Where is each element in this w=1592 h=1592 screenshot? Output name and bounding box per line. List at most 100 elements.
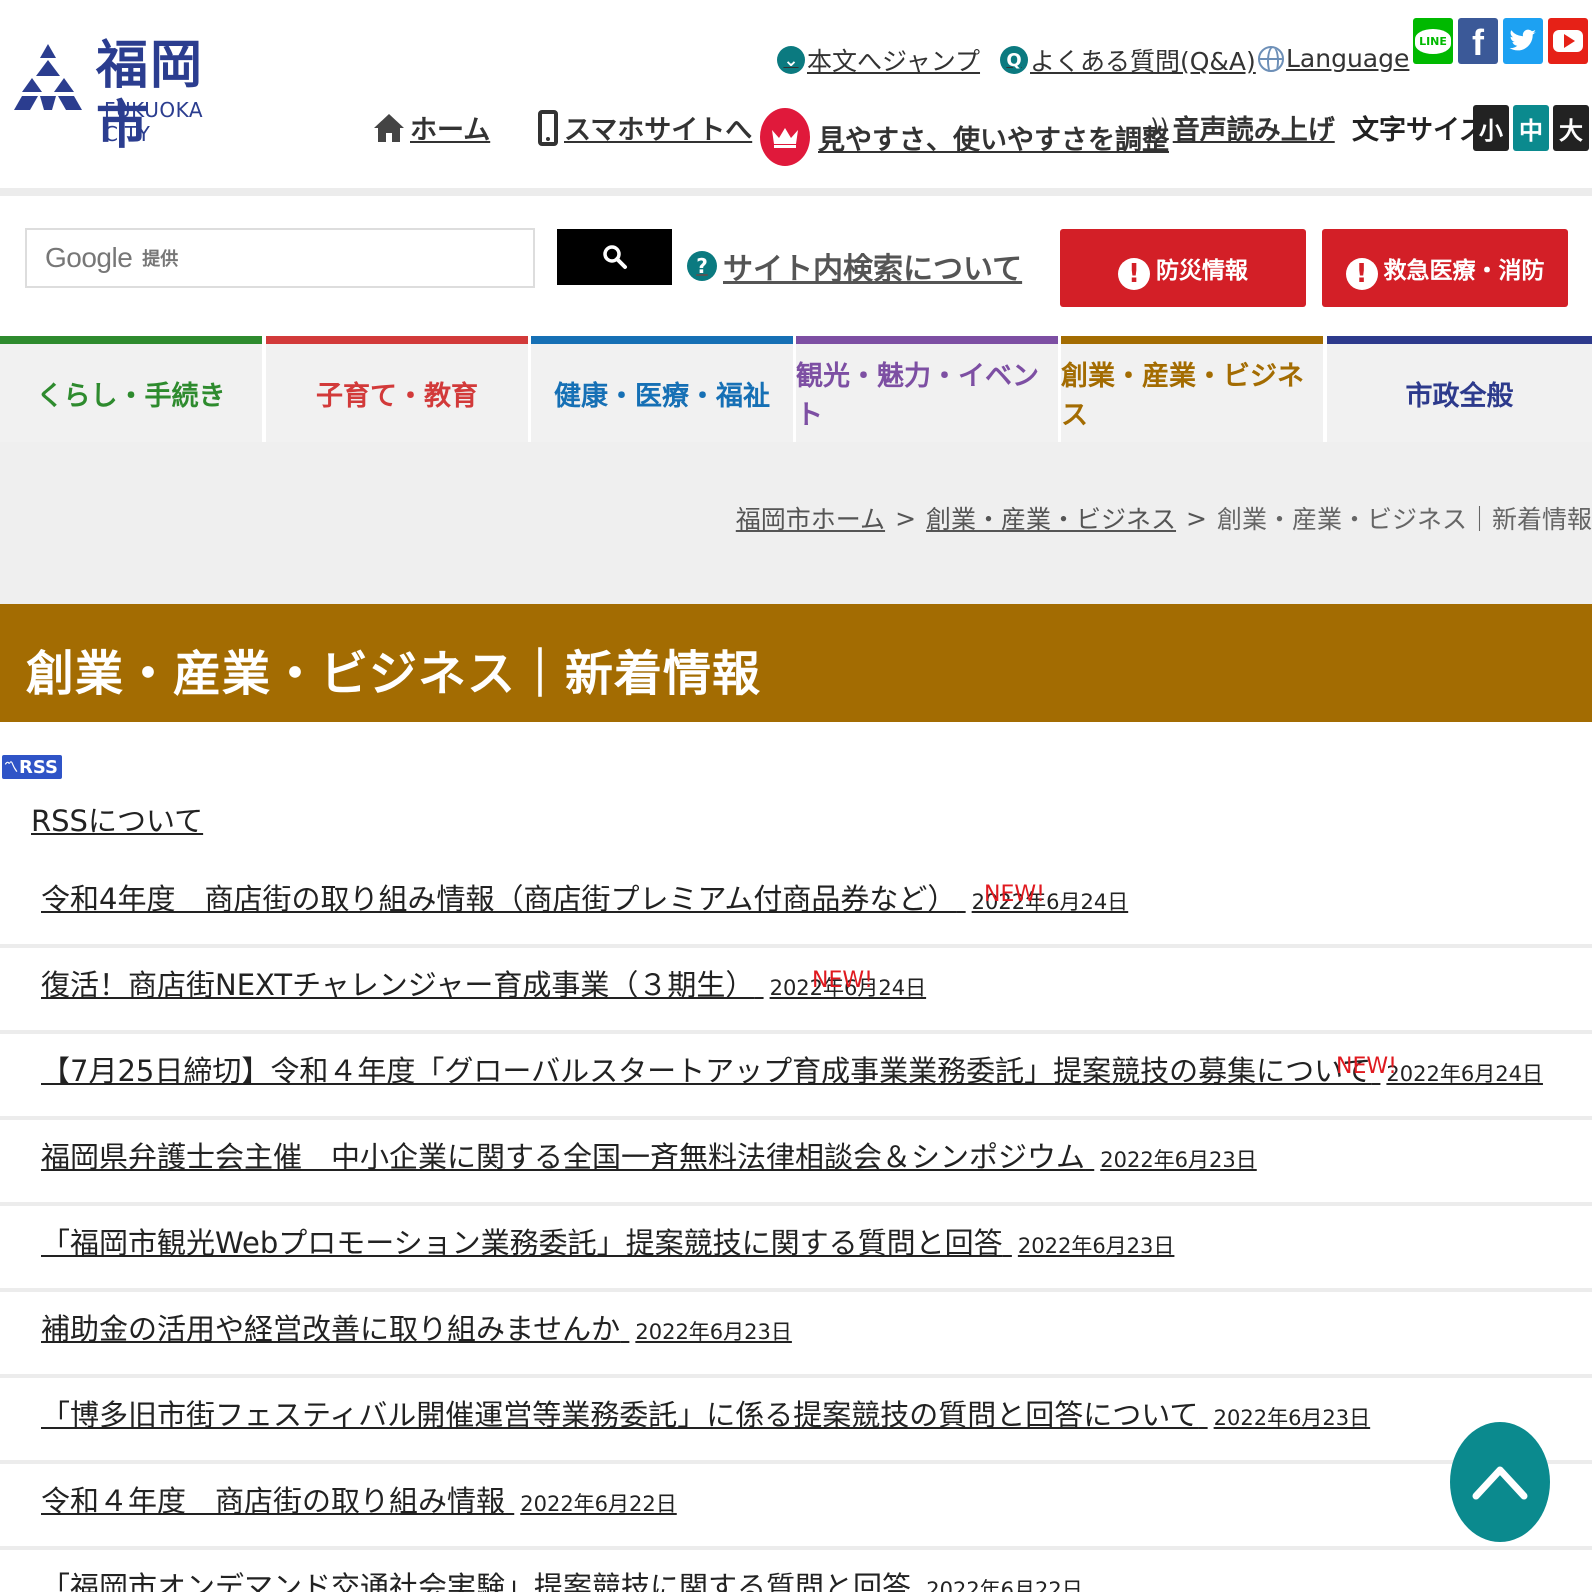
- news-list-item: 「博多旧市街フェスティバル開催運営等業務委託」に係る提案競技の質問と回答について…: [0, 1378, 1592, 1464]
- news-title: 【7月25日締切】令和４年度「グローバルスタートアップ育成事業業務委託」提案競技…: [41, 1054, 1372, 1088]
- sound-wave-icon: )): [1150, 113, 1169, 142]
- news-title: 復活！商店街NEXTチャレンジャー育成事業（３期生）: [41, 968, 755, 1002]
- news-list-item: 復活！商店街NEXTチャレンジャー育成事業（３期生） 2022年6月24日 NE…: [0, 948, 1592, 1034]
- news-title: 令和４年度 商店街の取り組み情報: [41, 1484, 506, 1518]
- news-date: 2022年6月23日: [1017, 1234, 1175, 1258]
- category-tab-living[interactable]: くらし・手続き: [0, 336, 262, 442]
- twitter-button[interactable]: [1503, 18, 1543, 64]
- news-link[interactable]: 「福岡市オンデマンド交通社会実験」提案競技に関する質問と回答 2022年6月22…: [41, 1564, 1083, 1592]
- category-tab-city-government[interactable]: 市政全般: [1327, 336, 1592, 442]
- rss-about-link[interactable]: RSSについて: [31, 798, 203, 840]
- google-logo: Google: [45, 242, 133, 273]
- news-title: 「福岡市オンデマンド交通社会実験」提案競技に関する質問と回答: [41, 1570, 912, 1592]
- breadcrumb-home-link[interactable]: 福岡市ホーム: [736, 500, 885, 536]
- fukuoka-emblem-icon: [14, 44, 82, 110]
- news-date: 2022年6月23日: [635, 1320, 792, 1344]
- globe-icon: [1258, 45, 1284, 72]
- youtube-button[interactable]: [1548, 18, 1588, 64]
- category-tab-health[interactable]: 健康・医療・福祉: [531, 336, 793, 442]
- alert-icon: !: [1345, 258, 1378, 290]
- rss-feed-button[interactable]: 〽 RSS: [2, 755, 62, 779]
- news-link[interactable]: 補助金の活用や経営改善に取り組みませんか 2022年6月23日: [41, 1306, 792, 1348]
- search-help-label: サイト内検索について: [723, 252, 1023, 287]
- news-link[interactable]: 「福岡市観光Webプロモーション業務委託」提案競技に関する質問と回答 2022年…: [41, 1220, 1174, 1262]
- news-list-item: 福岡県弁護士会主催 中小企業に関する全国一斉無料法律相談会＆シンポジウム 202…: [0, 1120, 1592, 1206]
- faq-label: よくある質問(Q&A): [1030, 47, 1256, 76]
- news-list-item: 【7月25日締切】令和４年度「グローバルスタートアップ育成事業業務委託」提案競技…: [0, 1034, 1592, 1120]
- news-title: 「博多旧市街フェスティバル開催運営等業務委託」に係る提案競技の質問と回答について: [41, 1398, 1199, 1432]
- emergency-medical-button[interactable]: ! 救急医療・消防: [1322, 229, 1568, 307]
- font-size-small-button[interactable]: 小: [1473, 105, 1509, 151]
- page-title: 創業・産業・ビジネス｜新着情報: [26, 646, 762, 702]
- home-label: ホーム: [410, 115, 491, 146]
- accessibility-label: 見やすさ、使いやすさを調整: [818, 124, 1169, 156]
- rss-badge-label: RSS: [19, 756, 58, 778]
- new-badge: NEW!: [812, 968, 873, 993]
- news-list-item: 「福岡市オンデマンド交通社会実験」提案競技に関する質問と回答 2022年6月22…: [0, 1550, 1592, 1592]
- language-link[interactable]: Language: [1258, 44, 1409, 73]
- news-link[interactable]: 令和4年度 商店街の取り組み情報（商店街プレミアム付商品券など） 2022年6月…: [41, 876, 1128, 918]
- home-link[interactable]: ホーム: [372, 108, 490, 147]
- breadcrumb-current: 創業・産業・ビジネス｜新着情報: [1216, 505, 1592, 534]
- site-logo[interactable]: 福岡市 FUKUOKA CITY: [12, 36, 252, 156]
- chevron-down-icon: ⌄: [777, 46, 805, 74]
- disaster-info-label: 防災情報: [1156, 258, 1248, 284]
- google-provided-label: 提供: [142, 249, 179, 270]
- header-divider: [0, 188, 1592, 196]
- facebook-button[interactable]: f: [1458, 18, 1498, 64]
- alert-icon: !: [1118, 258, 1150, 290]
- search-help-link[interactable]: ? サイト内検索について: [687, 244, 1022, 288]
- new-badge: NEW!: [984, 882, 1045, 907]
- line-icon: LINE: [1415, 28, 1451, 54]
- smartphone-icon: [538, 109, 558, 146]
- category-nav: くらし・手続き 子育て・教育 健康・医療・福祉 観光・魅力・イベント 創業・産業…: [0, 336, 1592, 442]
- search-icon: [602, 245, 627, 269]
- breadcrumb-area: 福岡市ホーム > 創業・産業・ビジネス > 創業・産業・ビジネス｜新着情報: [0, 442, 1592, 604]
- faq-link[interactable]: Q よくある質問(Q&A): [1000, 42, 1256, 78]
- news-title: 「福岡市観光Webプロモーション業務委託」提案競技に関する質問と回答: [41, 1226, 1003, 1260]
- category-tab-childcare[interactable]: 子育て・教育: [266, 336, 528, 442]
- skip-to-content-link[interactable]: ⌄ 本文へジャンプ: [777, 42, 980, 78]
- category-tab-tourism[interactable]: 観光・魅力・イベント: [796, 336, 1058, 442]
- news-link[interactable]: 令和４年度 商店街の取り組み情報 2022年6月22日: [41, 1478, 677, 1520]
- news-date: 2022年6月22日: [520, 1492, 677, 1516]
- breadcrumb: 福岡市ホーム > 創業・産業・ビジネス > 創業・産業・ビジネス｜新着情報: [736, 500, 1592, 536]
- font-size-large-button[interactable]: 大: [1553, 105, 1589, 151]
- disaster-info-button[interactable]: ! 防災情報: [1060, 229, 1306, 307]
- accessibility-crown-icon: [760, 108, 810, 166]
- smartphone-site-link[interactable]: スマホサイトへ: [538, 108, 752, 147]
- breadcrumb-category-link[interactable]: 創業・産業・ビジネス: [926, 500, 1176, 536]
- site-search-input[interactable]: Google 提供: [25, 228, 535, 288]
- accessibility-settings-link[interactable]: 見やすさ、使いやすさを調整: [760, 108, 1169, 166]
- news-link[interactable]: 福岡県弁護士会主催 中小企業に関する全国一斉無料法律相談会＆シンポジウム 202…: [41, 1134, 1257, 1176]
- news-link[interactable]: 「博多旧市街フェスティバル開催運営等業務委託」に係る提案競技の質問と回答について…: [41, 1392, 1370, 1434]
- news-link[interactable]: 復活！商店街NEXTチャレンジャー育成事業（３期生） 2022年6月24日: [41, 962, 926, 1004]
- category-tab-business[interactable]: 創業・産業・ビジネス: [1061, 336, 1323, 442]
- language-label: Language: [1286, 44, 1410, 73]
- back-to-top-button[interactable]: [1450, 1422, 1550, 1542]
- speech-reader-link[interactable]: )) 音声読み上げ: [1150, 108, 1335, 147]
- logo-subtitle: FUKUOKA CITY: [104, 98, 204, 146]
- page-title-band: 創業・産業・ビジネス｜新着情報: [0, 604, 1592, 722]
- breadcrumb-separator: >: [895, 503, 917, 533]
- speech-reader-label: 音声読み上げ: [1172, 115, 1335, 146]
- rss-icon: 〽: [4, 760, 18, 776]
- font-size-medium-button[interactable]: 中: [1513, 105, 1549, 151]
- line-share-button[interactable]: LINE: [1413, 18, 1453, 64]
- question-q-icon: Q: [1000, 46, 1028, 74]
- new-badge: NEW!: [1336, 1054, 1397, 1079]
- chevron-up-icon: [1472, 1466, 1528, 1500]
- breadcrumb-separator: >: [1186, 503, 1207, 533]
- news-title: 令和4年度 商店街の取り組み情報（商店街プレミアム付商品券など）: [41, 882, 957, 916]
- news-link[interactable]: 【7月25日締切】令和４年度「グローバルスタートアップ育成事業業務委託」提案競技…: [41, 1048, 1543, 1090]
- news-date: 2022年6月23日: [1213, 1406, 1371, 1430]
- search-button[interactable]: [557, 229, 672, 285]
- news-list-item: 令和４年度 商店街の取り組み情報 2022年6月22日: [0, 1464, 1592, 1550]
- emergency-medical-label: 救急医療・消防: [1383, 258, 1545, 284]
- news-list: 令和4年度 商店街の取り組み情報（商店街プレミアム付商品券など） 2022年6月…: [0, 862, 1592, 1592]
- news-title: 補助金の活用や経営改善に取り組みませんか: [41, 1312, 621, 1346]
- news-list-item: 「福岡市観光Webプロモーション業務委託」提案競技に関する質問と回答 2022年…: [0, 1206, 1592, 1292]
- twitter-bird-icon: [1509, 29, 1536, 51]
- skip-to-content-label: 本文へジャンプ: [807, 47, 981, 76]
- help-question-icon: ?: [687, 251, 717, 281]
